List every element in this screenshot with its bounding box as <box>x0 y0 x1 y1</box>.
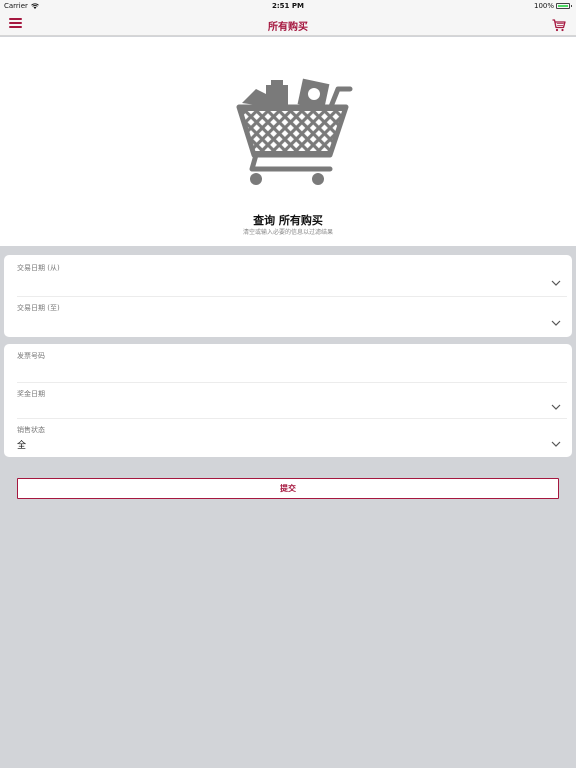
invoice-field[interactable]: 发票号码 <box>17 351 567 383</box>
sales-status-value: 全 <box>17 441 27 451</box>
field-divider <box>17 296 567 297</box>
submit-button[interactable]: 提交 <box>17 478 559 499</box>
cart-button[interactable] <box>552 17 566 32</box>
filter-details-card: 发票号码 奖金日期 销售状态 全 <box>4 344 572 457</box>
sales-status-field[interactable]: 销售状态 全 <box>17 425 567 453</box>
date-range-card: 交易日期 (从) 交易日期 (至) <box>4 255 572 337</box>
chevron-down-icon[interactable] <box>551 441 561 447</box>
navigation-bar: 所有购买 <box>0 12 576 36</box>
field-divider <box>17 382 567 383</box>
battery-percent: 100% <box>533 2 554 10</box>
hero-section: 查询 所有购买 清空或输入必要的信息以过滤结果 <box>0 37 576 246</box>
status-time: 2:51 PM <box>272 2 304 10</box>
shopping-cart-full-icon <box>236 78 353 185</box>
date-to-field[interactable]: 交易日期 (至) <box>17 303 567 337</box>
sales-status-label: 销售状态 <box>17 426 45 434</box>
battery-icon <box>556 3 572 9</box>
query-heading: 查询 所有购买 <box>253 214 323 227</box>
chevron-down-icon[interactable] <box>551 320 561 326</box>
award-date-label: 奖金日期 <box>17 390 45 398</box>
query-subheading: 清空或输入必要的信息以过滤结果 <box>242 229 333 236</box>
date-from-field[interactable]: 交易日期 (从) <box>17 263 567 297</box>
date-from-label: 交易日期 (从) <box>17 264 60 272</box>
battery-status: 100% <box>533 2 572 10</box>
field-divider <box>17 418 567 419</box>
chevron-down-icon[interactable] <box>551 280 561 286</box>
date-to-label: 交易日期 (至) <box>17 304 60 312</box>
chevron-down-icon[interactable] <box>551 404 561 410</box>
page-title: 所有购买 <box>268 22 308 33</box>
shopping-cart-icon <box>552 19 566 32</box>
award-date-field[interactable]: 奖金日期 <box>17 389 567 419</box>
invoice-label: 发票号码 <box>17 352 45 360</box>
status-bar: Carrier 2:51 PM 100% <box>0 0 576 12</box>
